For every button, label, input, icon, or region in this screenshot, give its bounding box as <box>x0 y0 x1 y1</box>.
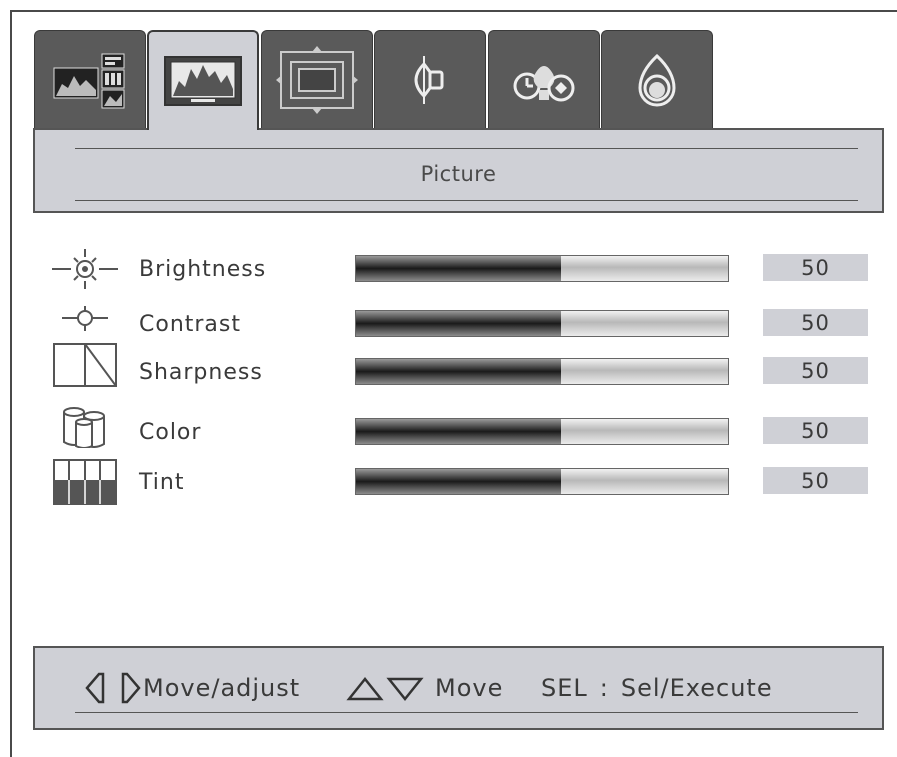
help-sel-execute-label: Sel/Execute <box>620 674 773 702</box>
help-move-adjust: Move/adjust <box>83 672 301 704</box>
setting-label: Tint <box>139 470 185 495</box>
help-sel-key: SEL <box>541 674 588 702</box>
slider-fill <box>356 419 561 444</box>
setting-row-contrast[interactable]: Contrast 50 <box>0 304 897 344</box>
help-select: SEL : Sel/Execute <box>541 673 773 703</box>
tab-picture[interactable] <box>147 30 259 130</box>
slider-fill <box>356 359 561 384</box>
help-move-label: Move <box>435 674 504 702</box>
setting-value: 50 <box>763 417 868 444</box>
tab-advanced[interactable] <box>601 30 713 128</box>
brightness-icon <box>52 249 118 289</box>
setting-row-color[interactable]: Color 50 <box>0 407 897 452</box>
help-bottom-rule <box>75 712 858 713</box>
contrast-slider[interactable] <box>355 310 729 337</box>
picture-icon <box>164 56 242 106</box>
setting-row-tint[interactable]: Tint 50 <box>0 459 897 505</box>
setting-row-sharpness[interactable]: Sharpness 50 <box>0 343 897 392</box>
setting-label: Brightness <box>139 257 267 282</box>
contrast-icon <box>62 306 108 331</box>
advanced-icon <box>638 53 676 106</box>
color-slider[interactable] <box>355 418 729 445</box>
timer-lamp-icon <box>513 65 575 101</box>
help-move: Move <box>345 673 503 703</box>
title-bottom-rule <box>75 200 858 201</box>
help-separator: : <box>599 674 609 702</box>
setting-label: Contrast <box>139 312 242 337</box>
setting-row-brightness[interactable]: Brightness 50 <box>0 249 897 289</box>
display-position-icon <box>276 45 358 114</box>
setting-value: 50 <box>763 357 868 384</box>
setting-label: Color <box>139 420 202 445</box>
setting-value: 50 <box>763 254 868 281</box>
page-title: Picture <box>420 162 497 186</box>
help-bar: Move/adjust Move SEL : Sel/Execute <box>33 646 884 730</box>
left-right-arrows-icon <box>85 672 141 704</box>
color-icon <box>63 407 105 448</box>
tint-icon <box>53 459 117 505</box>
slider-fill <box>356 311 561 336</box>
menu-title-bar: Picture <box>33 128 884 213</box>
speaker-icon <box>414 55 444 104</box>
tab-audio[interactable] <box>374 30 486 128</box>
tint-slider[interactable] <box>355 468 729 495</box>
tab-display[interactable] <box>261 30 373 128</box>
input-select-icon <box>53 53 125 108</box>
help-move-adjust-label: Move/adjust <box>143 674 301 702</box>
title-top-rule <box>75 148 858 149</box>
brightness-slider[interactable] <box>355 255 729 282</box>
setting-value: 50 <box>763 467 868 494</box>
setting-value: 50 <box>763 309 868 336</box>
sharpness-icon <box>53 343 117 387</box>
setting-label: Sharpness <box>139 360 263 385</box>
frame-top-border <box>10 10 897 12</box>
up-down-arrows-icon <box>346 676 424 702</box>
slider-fill <box>356 256 561 281</box>
tab-setup[interactable] <box>488 30 600 128</box>
sharpness-slider[interactable] <box>355 358 729 385</box>
tab-input[interactable] <box>34 30 146 128</box>
slider-fill <box>356 469 561 494</box>
